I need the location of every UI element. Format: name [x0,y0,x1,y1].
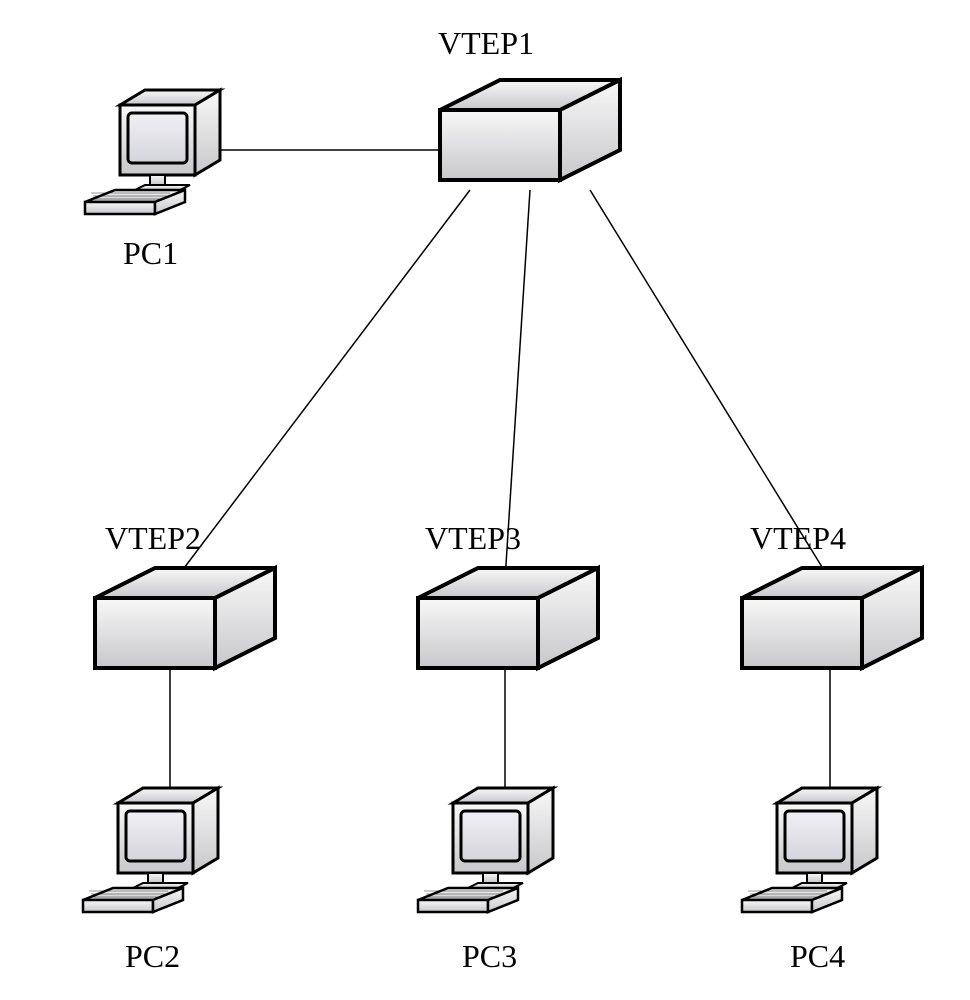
pc4-label: PC4 [790,938,845,975]
vtep2-label: VTEP2 [105,520,201,557]
vtep4-label: VTEP4 [750,520,846,557]
pc1-label: PC1 [123,235,178,272]
vtep1-label: VTEP1 [438,25,534,62]
pc2-label: PC2 [125,938,180,975]
pc3-icon [418,788,553,912]
vtep4-icon [742,568,922,668]
pc3-label: PC3 [462,938,517,975]
pc1-icon [85,90,220,214]
network-diagram [0,0,970,1000]
vtep2-icon [95,568,275,668]
pc2-icon [83,788,218,912]
vtep3-label: VTEP3 [425,520,521,557]
vtep1-icon [440,80,620,180]
edges [170,150,830,800]
pc4-icon [742,788,877,912]
vtep3-icon [418,568,598,668]
